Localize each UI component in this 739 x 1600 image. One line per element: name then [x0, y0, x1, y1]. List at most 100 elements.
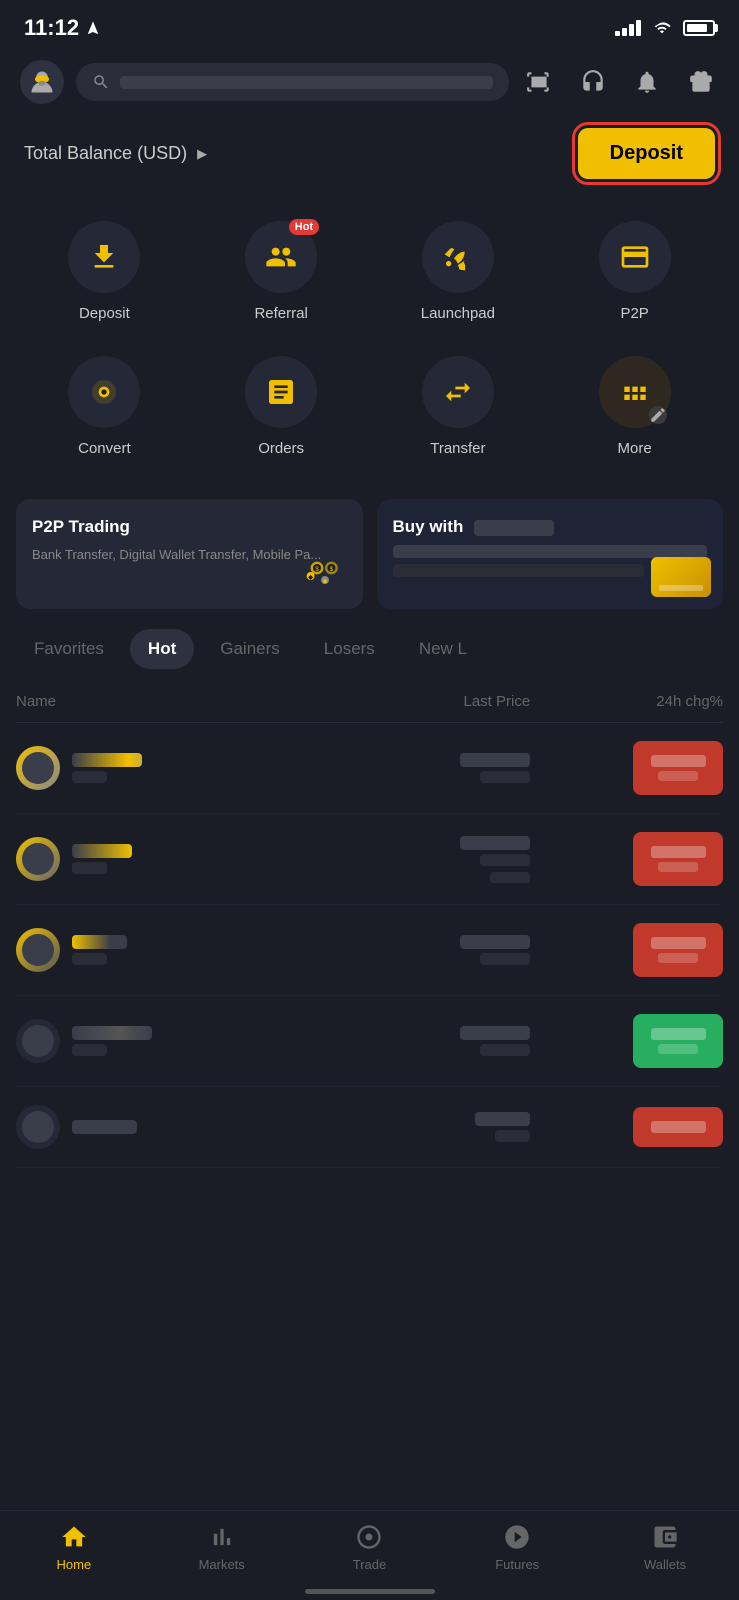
futures-nav-icon: [503, 1523, 531, 1551]
coin-icon: [16, 746, 60, 790]
tab-hot[interactable]: Hot: [130, 629, 194, 669]
gift-icon[interactable]: [683, 64, 719, 100]
tab-new[interactable]: New L: [401, 629, 485, 669]
action-referral[interactable]: Hot Referral: [193, 209, 370, 334]
nav-home[interactable]: Home: [34, 1523, 114, 1572]
deposit-button-header[interactable]: Deposit: [578, 128, 715, 179]
price-col: [273, 753, 530, 783]
balance-section: Total Balance (USD) ▶ Deposit: [0, 112, 739, 199]
change-badge-red: [633, 1107, 723, 1147]
quick-actions-row1: Deposit Hot Referral Launchpad P2P: [0, 199, 739, 354]
convert-label: Convert: [78, 440, 131, 457]
action-convert[interactable]: Convert: [16, 344, 193, 469]
change-col: [530, 832, 723, 886]
svg-text:$: $: [315, 566, 319, 573]
action-transfer[interactable]: Transfer: [370, 344, 547, 469]
buy-sub-2: [393, 564, 645, 577]
change-badge-red: [633, 741, 723, 795]
market-row[interactable]: [16, 723, 723, 814]
change-col: [530, 923, 723, 977]
nav-futures[interactable]: Futures: [477, 1523, 557, 1572]
price-col: [273, 836, 530, 883]
orders-icon-circle: [245, 356, 317, 428]
launchpad-label: Launchpad: [421, 305, 495, 322]
p2p-banner-icon: $ $ ◆ ◆: [299, 552, 351, 597]
more-label: More: [618, 440, 652, 457]
action-more[interactable]: More: [546, 344, 723, 469]
banner-section: P2P Trading Bank Transfer, Digital Walle…: [0, 489, 739, 629]
coin-info: [16, 837, 273, 881]
balance-label[interactable]: Total Balance (USD) ▶: [24, 143, 207, 164]
market-tabs: Favorites Hot Gainers Losers New L: [0, 629, 739, 669]
action-deposit[interactable]: Deposit: [16, 209, 193, 334]
transfer-icon-circle: [422, 356, 494, 428]
change-badge-red: [633, 923, 723, 977]
markets-nav-label: Markets: [199, 1557, 245, 1572]
buy-banner-card[interactable]: Buy with: [377, 499, 724, 609]
futures-nav-label: Futures: [495, 1557, 539, 1572]
action-p2p[interactable]: P2P: [546, 209, 723, 334]
p2p-label: P2P: [620, 305, 648, 322]
coin-icon: [16, 837, 60, 881]
status-bar: 11:12: [0, 0, 739, 52]
home-nav-label: Home: [57, 1557, 92, 1572]
price-col: [273, 935, 530, 965]
tab-gainers[interactable]: Gainers: [202, 629, 298, 669]
signal-icon: [615, 20, 641, 36]
nav-markets[interactable]: Markets: [182, 1523, 262, 1572]
notification-icon[interactable]: [629, 64, 665, 100]
wifi-icon: [651, 20, 673, 36]
avatar[interactable]: [20, 60, 64, 104]
change-col: [530, 1014, 723, 1068]
coin-text: [72, 753, 142, 783]
coin-text: [72, 1026, 152, 1056]
orders-label: Orders: [258, 440, 304, 457]
svg-text:◆: ◆: [322, 578, 327, 585]
market-row[interactable]: [16, 905, 723, 996]
p2p-banner-title: P2P Trading: [32, 517, 347, 537]
wallets-nav-icon: [651, 1523, 679, 1551]
time-display: 11:12: [24, 15, 79, 41]
wallets-nav-label: Wallets: [644, 1557, 686, 1572]
scan-icon[interactable]: [521, 64, 557, 100]
battery-icon: [683, 20, 715, 36]
tab-losers[interactable]: Losers: [306, 629, 393, 669]
coin-info: [16, 746, 273, 790]
search-placeholder: [120, 76, 493, 89]
search-bar[interactable]: [76, 63, 509, 101]
market-table: Name Last Price 24h chg%: [0, 685, 739, 1168]
coin-text: [72, 1120, 137, 1134]
coin-icon: [16, 1019, 60, 1063]
launchpad-icon-circle: [422, 221, 494, 293]
header: [0, 52, 739, 112]
coin-icon: [16, 928, 60, 972]
market-row[interactable]: [16, 814, 723, 905]
svg-text:$: $: [329, 566, 333, 573]
deposit-icon-circle: [68, 221, 140, 293]
action-launchpad[interactable]: Launchpad: [370, 209, 547, 334]
change-col: [530, 741, 723, 795]
home-indicator: [305, 1589, 435, 1594]
user-avatar-icon: [28, 68, 56, 96]
p2p-icon-circle: [599, 221, 671, 293]
p2p-banner-card[interactable]: P2P Trading Bank Transfer, Digital Walle…: [16, 499, 363, 609]
price-col: [273, 1026, 530, 1056]
svg-text:◆: ◆: [308, 574, 313, 581]
balance-text: Total Balance (USD): [24, 143, 187, 164]
balance-toggle-arrow[interactable]: ▶: [197, 146, 207, 162]
nav-trade[interactable]: Trade: [329, 1523, 409, 1572]
referral-icon-circle: Hot: [245, 221, 317, 293]
headphone-icon[interactable]: [575, 64, 611, 100]
tab-favorites[interactable]: Favorites: [16, 629, 122, 669]
status-time: 11:12: [24, 15, 101, 41]
action-orders[interactable]: Orders: [193, 344, 370, 469]
change-col: [530, 1107, 723, 1147]
location-arrow-icon: [85, 20, 101, 36]
market-row[interactable]: [16, 1087, 723, 1168]
market-row[interactable]: [16, 996, 723, 1087]
referral-label: Referral: [254, 305, 307, 322]
coin-info: [16, 1105, 273, 1149]
bottom-nav: Home Markets Trade Futures Wallets: [0, 1510, 739, 1600]
nav-wallets[interactable]: Wallets: [625, 1523, 705, 1572]
convert-icon-circle: [68, 356, 140, 428]
